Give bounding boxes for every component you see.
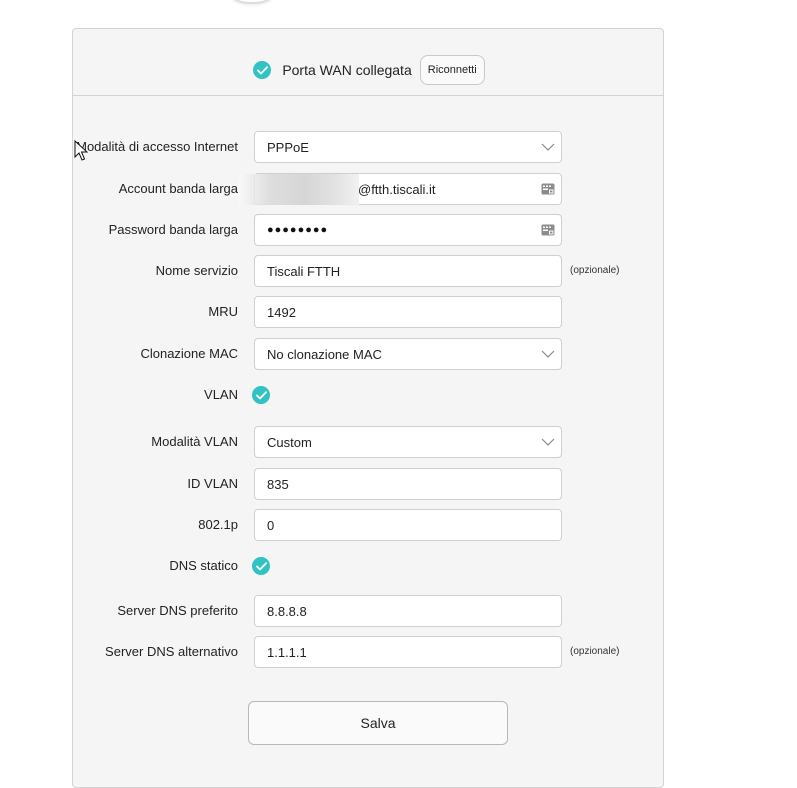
service-name-label: Nome servizio <box>155 263 238 278</box>
access-mode-row: Modalità di accesso Internet PPPoE <box>73 131 665 163</box>
dot1p-row: 802.1p 0 <box>73 509 665 541</box>
check-icon <box>255 390 267 399</box>
vlan-mode-select[interactable]: Custom <box>254 426 562 458</box>
password-value: ●●●●●●●● <box>267 224 329 236</box>
vlan-id-input[interactable]: 835 <box>254 468 562 500</box>
dns-secondary-label: Server DNS alternativo <box>105 644 238 659</box>
vlan-checkbox[interactable] <box>252 386 270 404</box>
dot1p-value: 0 <box>267 517 275 533</box>
top-status-circle <box>219 0 285 4</box>
chevron-down-icon <box>541 350 555 358</box>
mru-label: MRU <box>208 304 238 319</box>
account-label: Account banda larga <box>118 181 238 196</box>
mru-row: MRU 1492 <box>73 296 665 328</box>
dns-secondary-input[interactable]: 1.1.1.1 <box>254 636 562 668</box>
vlan-id-label: ID VLAN <box>187 476 238 491</box>
optional-hint: (opzionale) <box>570 265 620 276</box>
autofill-key-icon[interactable] <box>541 223 555 237</box>
vlan-mode-value: Custom <box>267 434 312 450</box>
vlan-mode-label: Modalità VLAN <box>151 434 238 449</box>
save-button[interactable]: Salva <box>248 701 508 745</box>
vlan-label: VLAN <box>204 387 238 402</box>
wan-status-text: Porta WAN collegata <box>282 62 412 78</box>
mac-clone-row: Clonazione MAC No clonazione MAC <box>73 338 665 370</box>
check-icon <box>255 561 267 570</box>
dns-primary-value: 8.8.8.8 <box>267 603 307 619</box>
dns-primary-input[interactable]: 8.8.8.8 <box>254 595 562 627</box>
access-mode-select[interactable]: PPPoE <box>254 131 562 163</box>
password-row: Password banda larga ●●●●●●●● <box>73 214 665 246</box>
dns-primary-label: Server DNS preferito <box>117 603 238 618</box>
vlan-mode-row: Modalità VLAN Custom <box>73 426 665 458</box>
chevron-down-icon <box>541 143 555 151</box>
account-row: Account banda larga @ftth.tiscali.it <box>73 173 665 205</box>
wan-status-row: Porta WAN collegata Riconnetti <box>73 53 665 87</box>
static-dns-label: DNS statico <box>169 558 238 573</box>
service-name-row: Nome servizio Tiscali FTTH (opzionale) <box>73 255 665 287</box>
mac-clone-select[interactable]: No clonazione MAC <box>254 338 562 370</box>
vlan-id-row: ID VLAN 835 <box>73 468 665 500</box>
account-value: @ftth.tiscali.it <box>358 181 436 197</box>
service-name-input[interactable]: Tiscali FTTH <box>254 255 562 287</box>
vlan-id-value: 835 <box>267 476 289 492</box>
vlan-row: VLAN <box>73 379 665 411</box>
dot1p-input[interactable]: 0 <box>254 509 562 541</box>
account-input[interactable]: @ftth.tiscali.it <box>239 173 562 205</box>
chevron-down-icon <box>541 438 555 446</box>
mac-clone-value: No clonazione MAC <box>267 346 382 362</box>
mac-clone-label: Clonazione MAC <box>140 346 238 361</box>
mru-input[interactable]: 1492 <box>254 296 562 328</box>
dns-primary-row: Server DNS preferito 8.8.8.8 <box>73 595 665 627</box>
access-mode-value: PPPoE <box>267 139 309 155</box>
password-label: Password banda larga <box>108 222 238 237</box>
dns-secondary-row: Server DNS alternativo 1.1.1.1 (opzional… <box>73 636 665 668</box>
mouse-cursor-icon <box>74 140 88 161</box>
static-dns-row: DNS statico <box>73 550 665 582</box>
dns-secondary-value: 1.1.1.1 <box>267 644 307 660</box>
wan-settings-panel: Porta WAN collegata Riconnetti Modalità … <box>72 28 664 788</box>
redacted-area <box>239 174 359 205</box>
static-dns-checkbox[interactable] <box>252 557 270 575</box>
autofill-key-icon[interactable] <box>541 182 555 196</box>
check-icon <box>253 61 272 79</box>
access-mode-label: Modalità di accesso Internet <box>76 139 238 154</box>
dot1p-label: 802.1p <box>198 517 238 532</box>
password-input[interactable]: ●●●●●●●● <box>254 214 562 246</box>
service-name-value: Tiscali FTTH <box>267 263 341 279</box>
divider <box>73 95 663 96</box>
optional-hint: (opzionale) <box>570 646 620 657</box>
mru-value: 1492 <box>267 304 296 320</box>
reconnect-button[interactable]: Riconnetti <box>419 55 485 85</box>
